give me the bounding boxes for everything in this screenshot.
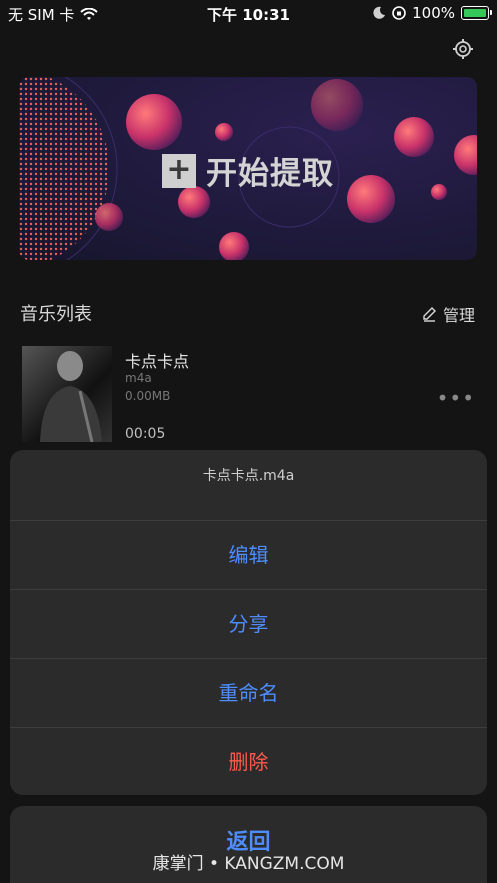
- status-bar: 无 SIM 卡 下午 10:31 100%: [0, 0, 497, 26]
- manage-label: 管理: [442, 306, 475, 325]
- share-action-button[interactable]: 分享: [10, 590, 487, 659]
- album-thumbnail: [22, 346, 112, 442]
- action-sheet: 卡点卡点.m4a 编辑 分享 重命名 删除: [10, 450, 487, 795]
- music-list-title: 音乐列表: [20, 304, 92, 325]
- music-format: m4a: [125, 371, 152, 385]
- edit-action-button[interactable]: 编辑: [10, 521, 487, 590]
- music-list-item[interactable]: 卡点卡点 m4a 0.00MB 00:05 •••: [22, 346, 477, 444]
- music-size: 0.00MB: [125, 389, 171, 403]
- delete-action-button[interactable]: 删除: [10, 728, 487, 795]
- more-options-icon[interactable]: •••: [437, 386, 475, 410]
- start-extract-banner[interactable]: + 开始提取: [19, 77, 477, 260]
- edit-pencil-icon: [423, 307, 436, 322]
- music-duration: 00:05: [125, 426, 166, 442]
- status-right: 100%: [372, 4, 492, 22]
- music-title: 卡点卡点: [125, 352, 190, 371]
- plus-icon: +: [162, 153, 196, 188]
- battery-icon: [461, 6, 492, 20]
- settings-gear-icon[interactable]: [452, 38, 474, 60]
- rename-action-button[interactable]: 重命名: [10, 659, 487, 728]
- moon-icon: [373, 6, 386, 19]
- banner-cta-label: 开始提取: [206, 156, 334, 192]
- watermark: 康掌门 • KANGZM.COM: [152, 854, 345, 874]
- battery-percent: 100%: [412, 4, 455, 22]
- orientation-lock-icon: [392, 6, 406, 20]
- action-sheet-title: 卡点卡点.m4a: [10, 450, 487, 521]
- manage-button[interactable]: 管理: [421, 302, 475, 326]
- banner-cta[interactable]: + 开始提取: [162, 148, 334, 193]
